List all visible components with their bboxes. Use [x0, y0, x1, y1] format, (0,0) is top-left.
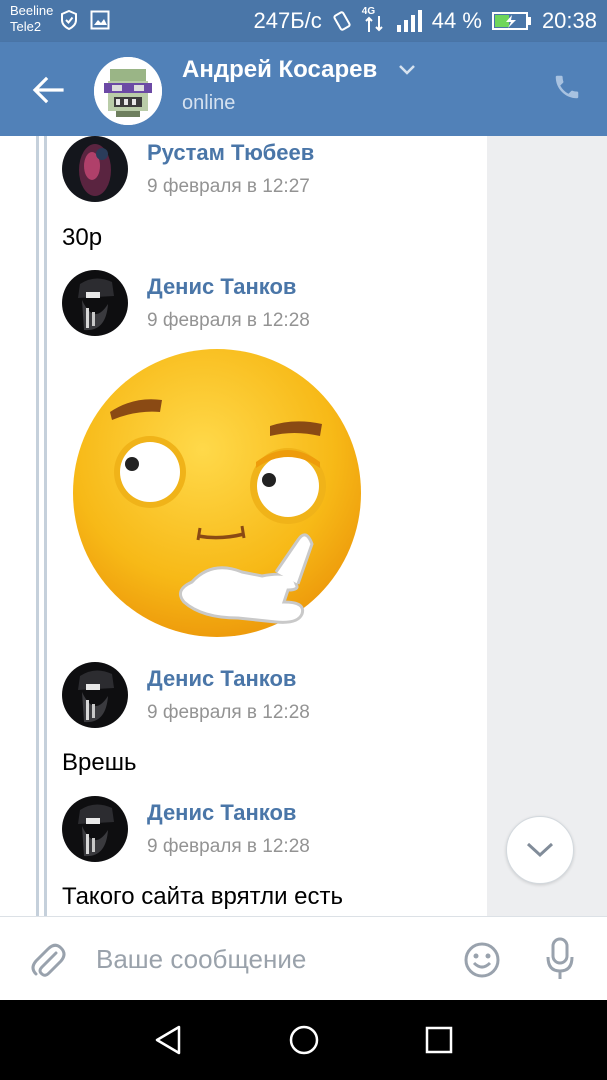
signal-icon: [396, 10, 422, 32]
avatar[interactable]: [62, 796, 128, 862]
phone-icon[interactable]: [552, 72, 582, 102]
message-author[interactable]: Денис Танков: [147, 274, 296, 300]
forward-indent-bar: [44, 136, 47, 916]
carrier-2: Tele2: [10, 19, 42, 34]
message-header: Денис Танков 9 февраля в 12:28: [62, 796, 462, 864]
contact-avatar[interactable]: [94, 57, 162, 125]
battery-charging-icon: [491, 12, 531, 30]
message-time: 9 февраля в 12:28: [147, 836, 310, 857]
message-header: Денис Танков 9 февраля в 12:28: [62, 662, 462, 730]
chat-header: Андрей Косарев online: [0, 42, 607, 136]
microphone-icon[interactable]: [545, 937, 575, 981]
message-author[interactable]: Денис Танков: [147, 666, 296, 692]
forwarded-messages: Рустам Тюбеев 9 февраля в 12:27 30р Дени…: [0, 136, 487, 916]
message-header: Рустам Тюбеев 9 февраля в 12:27: [62, 136, 462, 204]
paperclip-icon[interactable]: [30, 939, 66, 979]
message-author[interactable]: Денис Танков: [147, 800, 296, 826]
nav-back-icon[interactable]: [152, 1024, 184, 1056]
clock: 20:38: [541, 8, 597, 33]
status-icons-right: 247Б/с 4G 44 % 20:38: [253, 6, 597, 34]
message-author[interactable]: Рустам Тюбеев: [147, 140, 314, 166]
message-header: Денис Танков 9 февраля в 12:28: [62, 270, 462, 338]
message-composer: [0, 916, 607, 1001]
image-icon: [90, 10, 110, 30]
message-time: 9 февраля в 12:27: [147, 176, 310, 197]
message-input[interactable]: [96, 941, 436, 977]
carrier-names: Beeline Tele2: [10, 3, 53, 35]
back-arrow-icon[interactable]: [30, 72, 66, 108]
forward-indent-bar: [36, 136, 39, 916]
status-icons-left: [60, 10, 110, 30]
shield-icon: [61, 10, 77, 30]
nav-home-icon[interactable]: [288, 1024, 320, 1056]
network-speed: 247Б/с: [253, 8, 322, 33]
avatar[interactable]: [62, 270, 128, 336]
thinking-face-sticker[interactable]: [62, 340, 372, 650]
message-feed[interactable]: Рустам Тюбеев 9 февраля в 12:27 30р Дени…: [0, 136, 607, 916]
message-time: 9 февраля в 12:28: [147, 310, 310, 331]
smile-icon[interactable]: [463, 941, 501, 979]
status-bar: Beeline Tele2 247Б/с 4G 44 % 20:38: [0, 0, 607, 42]
chevron-down-icon: [526, 842, 554, 858]
message-time: 9 февраля в 12:28: [147, 702, 310, 723]
scroll-to-bottom-button[interactable]: [506, 816, 574, 884]
message-text: 30р: [62, 224, 103, 251]
avatar[interactable]: [62, 662, 128, 728]
contact-name[interactable]: Андрей Косарев: [182, 56, 377, 84]
message-text: Такого сайта врятли есть: [62, 883, 343, 910]
battery-percent: 44 %: [431, 8, 482, 33]
mobile-data-icon: 4G: [362, 6, 386, 32]
contact-status: online: [182, 92, 236, 114]
system-navigation-bar: [0, 1000, 607, 1080]
chevron-down-icon[interactable]: [398, 64, 416, 76]
carrier-1: Beeline: [10, 3, 54, 18]
message-text: Врешь: [62, 749, 137, 776]
nav-recent-apps-icon[interactable]: [424, 1025, 454, 1055]
avatar[interactable]: [62, 136, 128, 202]
vibrate-icon: [333, 11, 351, 31]
